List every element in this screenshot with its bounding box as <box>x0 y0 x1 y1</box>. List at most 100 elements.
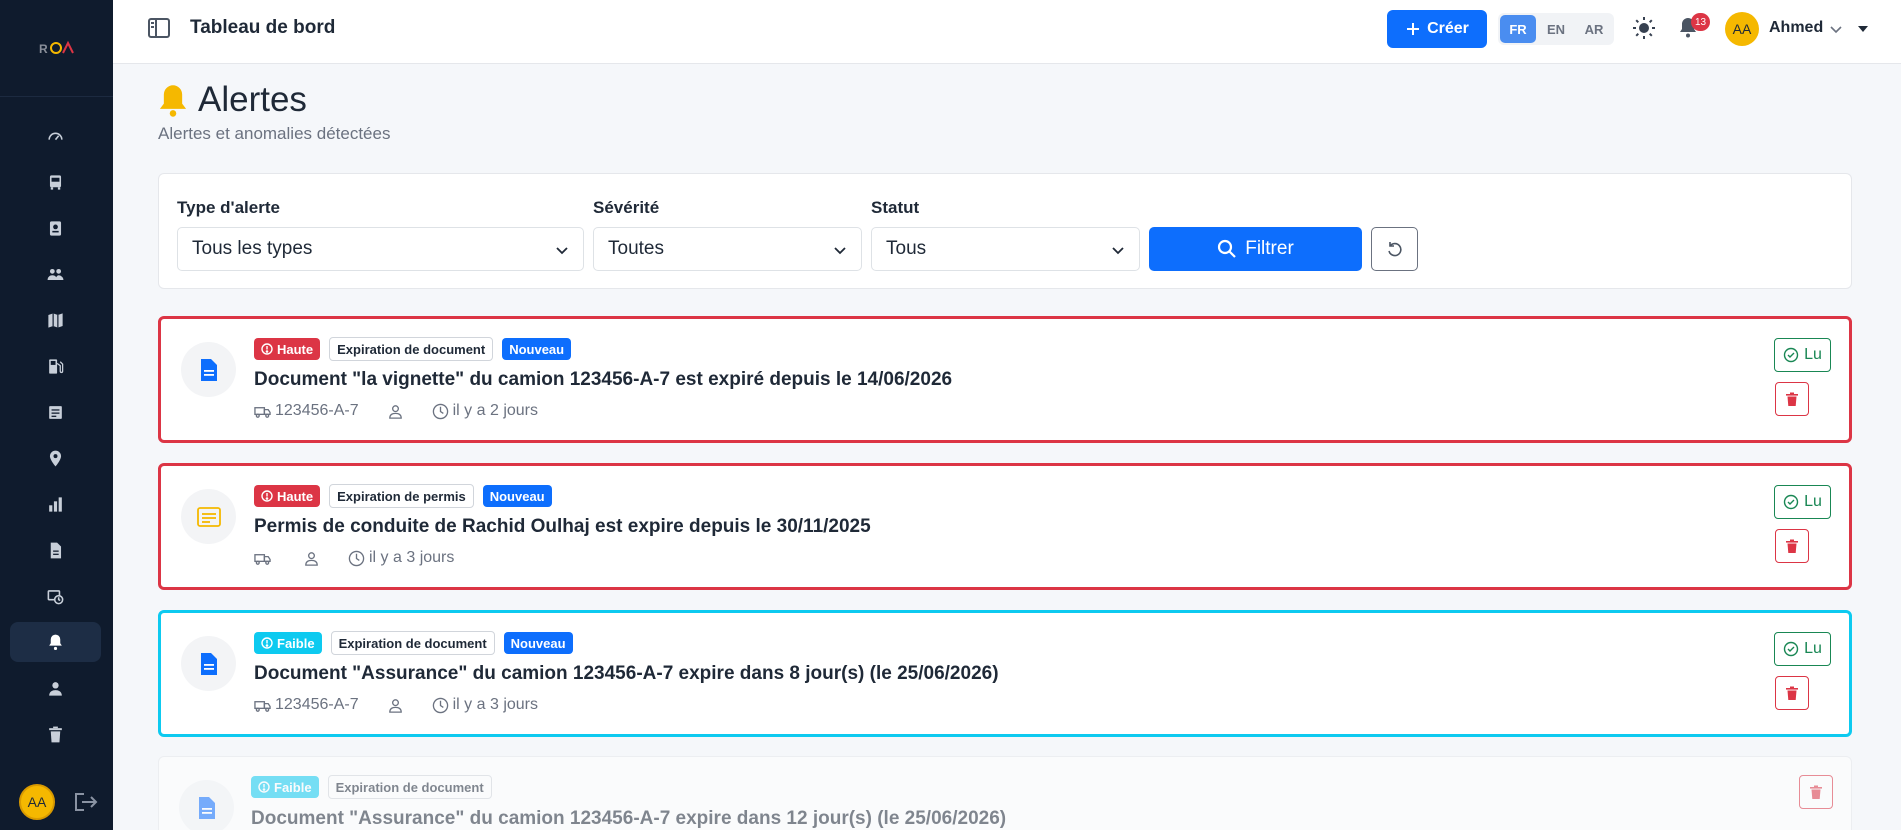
maintenance-icon <box>47 589 64 604</box>
nav-vehicles[interactable] <box>10 162 101 202</box>
sun-icon[interactable] <box>1632 16 1656 40</box>
alert-title: Document "Assurance" du camion 123456-A-… <box>251 808 1007 829</box>
person-icon <box>388 404 402 419</box>
check-circle-icon <box>1783 641 1799 657</box>
exclamation-circle-icon <box>261 490 273 502</box>
delete-alert-button[interactable] <box>1799 775 1833 809</box>
alert-time: il y a 2 jours <box>452 402 538 419</box>
alert-vehicle[interactable]: 123456-A-7 <box>275 696 359 714</box>
document-icon <box>200 358 217 381</box>
nav-documents[interactable] <box>10 530 101 570</box>
info-circle-icon <box>261 637 273 649</box>
severity-filter-select[interactable]: Toutes <box>593 227 862 271</box>
trash-icon <box>1810 785 1822 799</box>
nav-drivers[interactable] <box>10 208 101 248</box>
nav-dashboard[interactable] <box>10 116 101 156</box>
alert-type-icon-wrap <box>181 636 236 691</box>
nav-profile[interactable] <box>10 668 101 708</box>
truck-icon <box>254 406 271 418</box>
search-icon <box>1218 239 1236 258</box>
delete-alert-button[interactable] <box>1775 529 1809 563</box>
document-icon <box>50 542 62 558</box>
alert-bell-icon <box>159 85 187 117</box>
filter-card: Type d'alerte Tous les types Sévérité To… <box>158 173 1852 289</box>
logout-icon[interactable] <box>72 790 98 814</box>
lang-ar[interactable]: AR <box>1576 15 1612 43</box>
clock-icon <box>432 403 448 419</box>
nav-alerts[interactable] <box>10 622 101 662</box>
chevron-down-icon <box>556 247 568 255</box>
alert-type-badge: Expiration de document <box>329 337 494 361</box>
sidebar-toggle-icon[interactable] <box>148 18 170 38</box>
fuel-icon <box>49 358 64 374</box>
bus-icon <box>49 174 62 190</box>
mark-read-button[interactable]: Lu <box>1774 338 1831 372</box>
severity-badge: Haute <box>254 485 321 507</box>
topbar: Tableau de bord Créer FR EN AR 13 AA Ahm… <box>113 0 1901 64</box>
info-circle-icon <box>258 781 270 793</box>
nav-tracking[interactable] <box>10 438 101 478</box>
status-badge: Nouveau <box>502 338 572 360</box>
document-icon <box>200 652 217 675</box>
id-card-icon <box>49 220 62 236</box>
lang-en[interactable]: EN <box>1538 15 1574 43</box>
nav-maintenance[interactable] <box>10 576 101 616</box>
clock-icon <box>432 697 448 713</box>
user-name[interactable]: Ahmed <box>1769 19 1823 37</box>
create-button[interactable]: Créer <box>1387 10 1487 48</box>
type-filter-select[interactable]: Tous les types <box>177 227 584 271</box>
alert-meta: 123456-A-7 il y a 2 jours <box>254 402 538 420</box>
gauge-icon <box>48 132 63 140</box>
truck-icon <box>254 553 271 565</box>
type-filter-label: Type d'alerte <box>177 198 280 217</box>
truck-icon <box>254 700 271 712</box>
chevron-down-icon[interactable] <box>1829 22 1843 36</box>
severity-filter-label: Sévérité <box>593 198 660 217</box>
alert-card: Faible Expiration de document Document "… <box>158 756 1852 830</box>
chevron-down-icon <box>1112 247 1124 255</box>
reset-filters-button[interactable] <box>1371 227 1418 271</box>
alert-type-badge: Expiration de document <box>327 775 492 799</box>
document-icon <box>198 796 215 819</box>
delete-alert-button[interactable] <box>1775 676 1809 710</box>
caret-down-icon[interactable] <box>1856 22 1870 36</box>
trash-icon <box>1786 686 1798 700</box>
nav-trips[interactable] <box>10 300 101 340</box>
delete-alert-button[interactable] <box>1775 382 1809 416</box>
nav-expenses[interactable] <box>10 392 101 432</box>
check-circle-icon <box>1783 347 1799 363</box>
alert-title: Document "la vignette" du camion 123456-… <box>254 369 953 390</box>
nav-users[interactable] <box>10 254 101 294</box>
status-badge: Nouveau <box>482 485 552 507</box>
alert-title: Permis de conduite de Rachid Oulhaj est … <box>254 516 871 537</box>
alert-vehicle[interactable]: 123456-A-7 <box>275 402 359 420</box>
alert-card: Haute Expiration de document Nouveau Doc… <box>158 316 1852 443</box>
nav-reports[interactable] <box>10 484 101 524</box>
plus-icon <box>1407 23 1420 35</box>
nav-trash[interactable] <box>10 714 101 754</box>
map-icon <box>48 312 63 328</box>
alert-type-badge: Expiration de permis <box>329 484 474 508</box>
severity-badge: Haute <box>254 338 321 360</box>
mark-read-label: Lu <box>1804 493 1822 510</box>
filter-button-label: Filtrer <box>1245 238 1294 259</box>
page-title: Alertes <box>198 80 307 119</box>
user-avatar[interactable]: AA <box>1725 12 1759 46</box>
mark-read-label: Lu <box>1804 346 1822 363</box>
person-icon <box>388 698 402 713</box>
nav-fuel[interactable] <box>10 346 101 386</box>
status-filter-value: Tous <box>886 238 927 259</box>
lang-fr[interactable]: FR <box>1500 15 1536 43</box>
filter-button[interactable]: Filtrer <box>1149 227 1362 271</box>
status-filter-select[interactable]: Tous <box>871 227 1140 271</box>
license-card-icon <box>196 506 221 527</box>
sidebar-avatar[interactable]: AA <box>19 784 55 820</box>
status-badge: Nouveau <box>503 632 573 654</box>
topbar-title: Tableau de bord <box>190 17 336 38</box>
sidebar: R AA <box>0 0 113 830</box>
app-logo[interactable]: R <box>0 0 113 97</box>
page-subtitle: Alertes et anomalies détectées <box>158 124 391 143</box>
mark-read-button[interactable]: Lu <box>1774 485 1831 519</box>
severity-badge-label: Haute <box>277 341 314 357</box>
mark-read-button[interactable]: Lu <box>1774 632 1831 666</box>
